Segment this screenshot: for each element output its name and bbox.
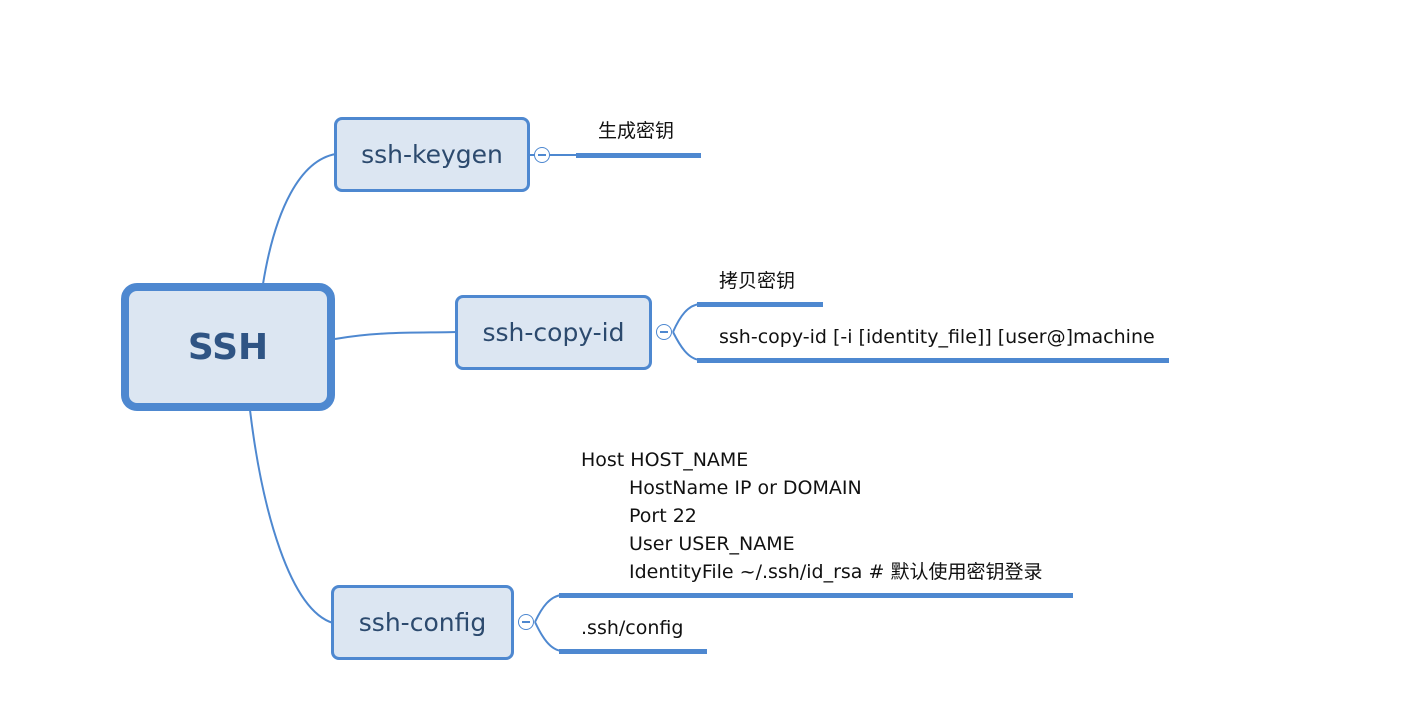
connector-config-leaf1: [534, 594, 563, 623]
config-line-host: Host HOST_NAME: [581, 449, 749, 471]
leaf-underline: [559, 593, 1073, 598]
connector-config-leaf2: [534, 621, 563, 652]
node-ssh-config[interactable]: ssh-config: [331, 585, 514, 660]
connector-copy-leaf2: [672, 331, 701, 361]
config-line-user: User USER_NAME: [629, 533, 795, 555]
connector-root-keygen: [262, 153, 337, 285]
leaf-generate-key: 生成密钥: [598, 120, 675, 142]
node-label: ssh-copy-id: [482, 318, 625, 347]
leaf-copy-key: 拷贝密钥: [719, 270, 796, 292]
leaf-underline: [559, 649, 707, 654]
config-line-port: Port 22: [629, 505, 697, 527]
node-label: ssh-keygen: [361, 140, 503, 169]
connector-root-config: [249, 409, 334, 624]
connector-root-copy: [334, 331, 458, 340]
leaf-underline: [697, 302, 823, 307]
node-label: ssh-config: [358, 608, 487, 637]
minus-circle-icon[interactable]: [518, 614, 534, 630]
config-line-hostname: HostName IP or DOMAIN: [629, 477, 862, 499]
config-line-identityfile: IdentityFile ~/.ssh/id_rsa # 默认使用密钥登录: [629, 561, 1043, 583]
node-ssh-keygen[interactable]: ssh-keygen: [334, 117, 530, 192]
minus-circle-icon[interactable]: [656, 324, 672, 340]
root-label: SSH: [187, 326, 269, 368]
leaf-config-path: .ssh/config: [581, 617, 684, 639]
leaf-copy-command: ssh-copy-id [-i [identity_file]] [user@]…: [719, 326, 1155, 348]
node-ssh-copy-id[interactable]: ssh-copy-id: [455, 295, 652, 370]
leaf-underline: [697, 358, 1169, 363]
leaf-underline: [576, 153, 701, 158]
mind-map: SSH ssh-keygen 生成密钥 ssh-copy-id 拷贝密钥 ssh…: [0, 0, 1412, 710]
minus-circle-icon[interactable]: [534, 147, 550, 163]
connector-copy-leaf1: [672, 303, 701, 333]
root-node[interactable]: SSH: [121, 283, 335, 411]
